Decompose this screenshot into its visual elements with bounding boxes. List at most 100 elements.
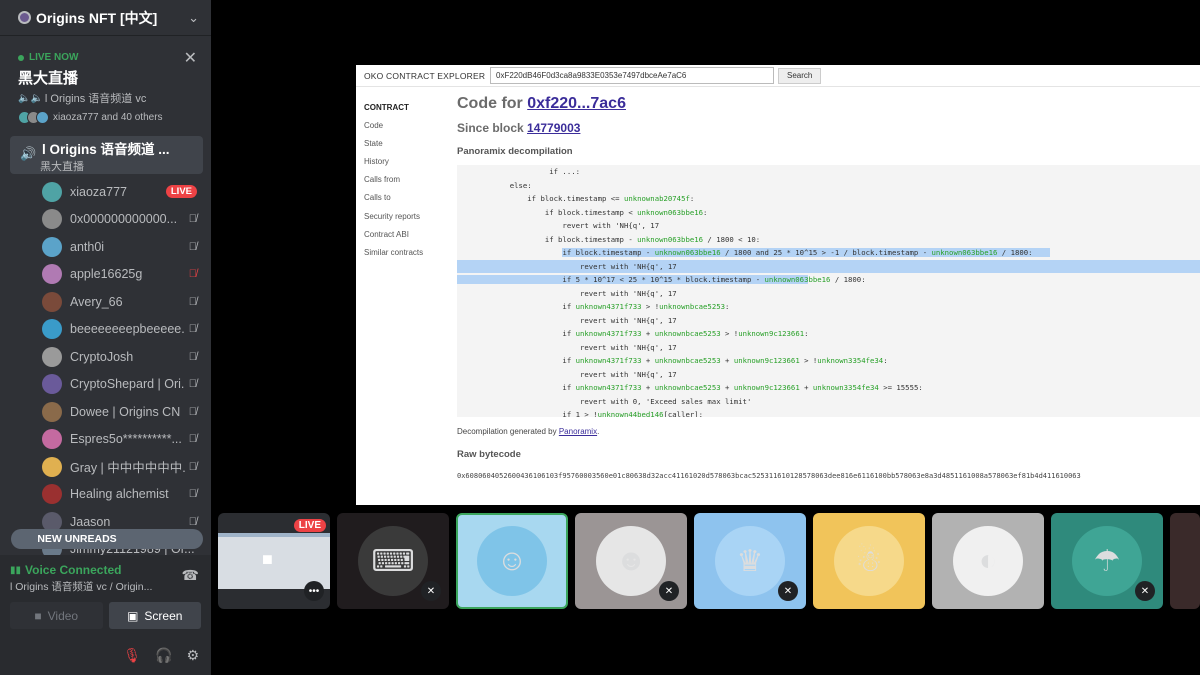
nav-link-security-reports[interactable]: Security reports [364,212,444,230]
nav-link-history[interactable]: History [364,157,444,175]
nav-link-state[interactable]: State [364,139,444,157]
muted-mic-icon: 🎙̸ [188,213,197,226]
voice-member[interactable]: Gray | 中中中中中中... 🎙̸ [0,453,211,481]
explorer-brand[interactable]: OKO CONTRACT EXPLORER [364,71,490,81]
member-name: Healing alchemist [70,487,169,502]
code-line: revert with 'NH{q', 17 [457,342,677,352]
more-options-icon[interactable]: ••• [304,581,324,601]
code-line: if ...: [457,167,581,176]
headphones-icon[interactable]: 🎧 [155,647,172,664]
participant-tile[interactable]: ♛ ✕ [694,513,806,609]
avatar: ◐ [953,526,1023,596]
voice-connected-channel[interactable]: l Origins 语音频道 vc / Origin... [10,579,201,594]
voice-member[interactable]: xiaoza777 LIVE [0,178,211,206]
voice-status[interactable]: Voice Connected [25,563,121,577]
avatar [42,291,62,312]
chevron-down-icon[interactable]: ⌄ [188,10,199,26]
nav-link-contract-abi[interactable]: Contract ABI [364,230,444,248]
participant-tile[interactable]: ☃ [813,513,925,609]
nav-heading-contract: CONTRACT [364,103,409,112]
search-button[interactable]: Search [778,67,822,84]
raw-bytecode: 0x6080604052600436106103f95760003560e01c… [457,472,1081,480]
code-line: else: [457,180,532,190]
member-name: Jaason [70,514,111,529]
nav-link-calls-to[interactable]: Calls to [364,193,444,211]
server-header[interactable]: Origins NFT [中文] ⌄ [0,0,211,36]
nav-link-similar-contracts[interactable]: Similar contracts [364,248,444,266]
decompilation-heading: Panoramix decompilation [457,146,573,157]
avatar [42,456,62,477]
voice-member[interactable]: Espres5o**********... 🎙̸ [0,426,211,454]
avatar [42,484,62,505]
avatar [42,264,62,285]
new-unreads-button[interactable]: NEW UNREADS [11,529,203,549]
user-panel: 🎙 🎧 ⚙ [0,635,211,675]
participant-tile[interactable]: ☂ ✕ [1051,513,1163,609]
avatar: ⌨ [358,526,428,596]
address-search-input[interactable] [490,67,774,84]
nav-link-calls-from[interactable]: Calls from [364,175,444,193]
muted-mic-icon: 🎙̸ [188,405,197,418]
muted-mic-icon: 🎙̸ [188,350,197,363]
decompiled-code-block[interactable]: if ...: else: if block.timestamp <= unkn… [457,165,1200,417]
voice-member[interactable]: CryptoJosh 🎙̸ [0,343,211,371]
voice-status-row: ▮▮ Voice Connected [10,563,201,577]
muted-mic-icon: 🎙̸ [188,295,197,308]
code-line: if unknown4371f733 + unknownbcae5253 > !… [457,329,809,338]
participant-tile[interactable]: ☻ ✕ [575,513,687,609]
live-now-panel[interactable]: LIVE NOW ✕ 黑大直播 🔈🔈 l Origins 语音频道 vc xia… [0,36,211,124]
voice-channel-item[interactable]: 🔊 l Origins 语音频道 ... 黑大直播 [10,136,203,174]
disconnect-icon[interactable]: ☎ [182,567,199,584]
avatar [42,236,62,257]
voice-member[interactable]: apple16625g 🎙̸ [0,261,211,289]
avatar [42,319,62,340]
decompilation-note: Decompilation generated by Panoramix. [457,427,1200,436]
code-line: revert with 'NH{q', 17 [457,315,677,325]
member-name: Espres5o**********... [70,432,182,447]
live-now-channel-row: 🔈🔈 l Origins 语音频道 vc [18,90,199,106]
close-icon[interactable]: ✕ [184,48,197,68]
signal-icon[interactable]: ▮▮ [10,565,21,576]
watchers-text: xiaoza777 and 40 others [53,112,163,123]
muted-mic-icon: 🎙̸ [188,378,197,391]
contract-address-link[interactable]: 0xf220...7ac6 [527,95,626,112]
voice-member[interactable]: Healing alchemist 🎙̸ [0,481,211,509]
nav-link-code[interactable]: Code [364,121,444,139]
code-line: revert with 'NH{q', 17 [457,259,1200,273]
voice-member[interactable]: Avery_66 🎙̸ [0,288,211,316]
participant-tile[interactable] [1170,513,1200,609]
participant-tile[interactable]: ◐ [932,513,1044,609]
participant-tile[interactable]: ☺ [456,513,568,609]
video-camera-icon: ■ [262,549,273,569]
voice-member[interactable]: beeeeeeeepbeeeee... 🎙̸ [0,316,211,344]
code-line: if unknown4371f733 > !unknownbcae5253: [457,302,730,311]
avatar: ☻ [596,526,666,596]
avatar [42,181,62,202]
live-now-label-row: LIVE NOW [18,52,199,63]
muted-mic-icon: 🎙̸ [188,240,197,253]
muted-mic-icon: ✕ [659,581,679,601]
avatar: ☂ [1072,526,1142,596]
voice-member[interactable]: CryptoShepard | Ori... 🎙̸ [0,371,211,399]
decomp-note-suffix: . [597,427,600,436]
screen-share-button[interactable]: ▣ Screen [108,602,201,629]
voice-member-list: xiaoza777 LIVE 0x000000000000... 🎙̸ anth0i 🎙̸… [0,178,211,563]
member-name: Avery_66 [70,294,123,309]
explorer-topbar: OKO CONTRACT EXPLORER Search [356,65,1200,87]
voice-member[interactable]: anth0i 🎙̸ [0,233,211,261]
live-now-channel: l Origins 语音频道 vc [44,93,147,105]
member-name: beeeeeeeepbeeeee... [70,322,185,337]
mute-microphone-icon[interactable]: 🎙 [123,647,141,664]
settings-gear-icon[interactable]: ⚙ [186,647,199,664]
panoramix-link[interactable]: Panoramix [559,427,597,436]
participant-tile[interactable]: ⌨ ✕ [337,513,449,609]
voice-speaker-icon: 🔊 [20,146,37,161]
voice-member[interactable]: 0x000000000000... 🎙̸ [0,206,211,234]
avatar: ☃ [834,526,904,596]
voice-member[interactable]: Dowee | Origins CN 🎙̸ [0,398,211,426]
stream-tile[interactable]: ■ LIVE ••• [218,513,330,609]
avatar [42,346,62,367]
video-button[interactable]: ■ Video [10,602,103,629]
block-number-link[interactable]: 14779003 [527,121,580,135]
code-line: revert with 'NH{q', 17 [457,369,677,379]
